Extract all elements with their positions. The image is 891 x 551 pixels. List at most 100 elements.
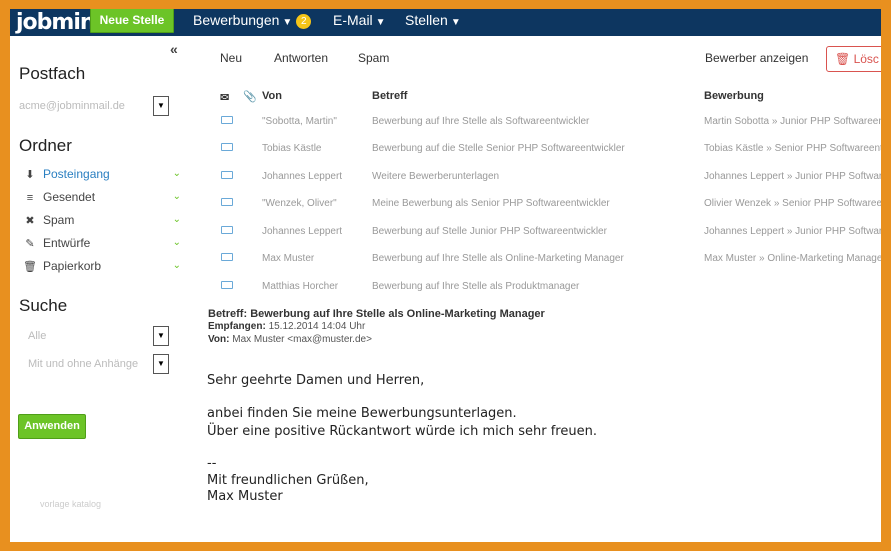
- table-row[interactable]: Johannes Leppert Bewerbung auf Stelle Ju…: [215, 218, 881, 245]
- column-header-subject[interactable]: Betreff: [372, 90, 407, 102]
- from-label: Von:: [208, 334, 230, 345]
- row-subject: Meine Bewerbung als Senior PHP Softwaree…: [372, 198, 610, 209]
- search-title: Suche: [19, 296, 68, 315]
- subject-value: Bewerbung auf Ihre Stelle als Online-Mar…: [250, 308, 545, 320]
- table-row[interactable]: Tobias Kästle Bewerbung auf die Stelle S…: [215, 135, 881, 162]
- folder-sent[interactable]: ≡ Gesendet ⌄: [23, 188, 181, 206]
- chevron-down-icon: ⌄: [172, 191, 181, 202]
- mail-separator: --: [207, 456, 217, 471]
- sent-icon: ≡: [26, 192, 34, 204]
- table-row[interactable]: Matthias Horcher Bewerbung auf Ihre Stel…: [215, 273, 881, 300]
- logo: jobmin: [16, 10, 96, 35]
- received-value: 15.12.2014 14:04 Uhr: [268, 321, 366, 332]
- folder-drafts[interactable]: ✎ Entwürfe ⌄: [23, 234, 181, 252]
- row-subject: Bewerbung auf Stelle Junior PHP Software…: [372, 226, 607, 237]
- apply-button[interactable]: Anwenden: [18, 414, 86, 439]
- row-from: Johannes Leppert: [262, 171, 343, 182]
- notification-badge: 2: [296, 14, 312, 29]
- chevron-down-icon: ▼: [375, 17, 386, 28]
- app-window: jobmin Neue Stelle Bewerbungen ▼ 2 E-Mail ▼…: [10, 9, 881, 542]
- folder-trash[interactable]: 🗑 Papierkorb ⌄: [23, 257, 181, 275]
- row-application: Olivier Wenzek » Senior PHP Softwareentw…: [704, 198, 881, 209]
- envelope-icon: [221, 198, 233, 206]
- account-select[interactable]: acme@jobminmail.de: [19, 96, 169, 116]
- table-row[interactable]: Johannes Leppert Weitere Bewerberunterla…: [215, 163, 881, 190]
- row-application: Max Muster » Online-Marketing Manager: [704, 253, 881, 264]
- row-from: Max Muster: [262, 253, 315, 264]
- row-application: Tobias Kästle » Senior PHP Softwareentwi…: [704, 143, 881, 154]
- subject-label: Betreff:: [208, 308, 248, 320]
- trash-icon: 🗑: [835, 52, 851, 66]
- attachment-column-icon: 📎: [243, 91, 257, 103]
- row-from: Johannes Leppert: [262, 226, 343, 237]
- folder-label: Papierkorb: [43, 259, 102, 273]
- mail-line-1: anbei finden Sie meine Bewerbungsunterla…: [207, 406, 517, 421]
- row-application: Johannes Leppert » Junior PHP Softwareen…: [704, 226, 881, 237]
- nav-stellen[interactable]: Stellen ▼: [405, 12, 461, 28]
- envelope-icon: [221, 226, 233, 234]
- folder-label: Entwürfe: [43, 236, 91, 250]
- folder-inbox[interactable]: ⬇ Posteingang ⌄: [23, 165, 181, 183]
- envelope-icon: [221, 253, 233, 261]
- collapse-sidebar-icon[interactable]: «: [170, 41, 178, 57]
- trash-icon: 🗑: [23, 261, 37, 273]
- row-subject: Bewerbung auf Ihre Stelle als Produktman…: [372, 281, 580, 292]
- row-from: Tobias Kästle: [262, 143, 322, 154]
- table-row[interactable]: "Wenzek, Oliver" Meine Bewerbung als Sen…: [215, 190, 881, 217]
- show-applicant-button[interactable]: Bewerber anzeigen: [705, 51, 808, 65]
- row-from: "Sobotta, Martin": [262, 116, 337, 127]
- folder-spam[interactable]: ✖ Spam ⌄: [23, 211, 181, 229]
- pencil-icon: ✎: [25, 238, 35, 250]
- top-nav-bar: jobmin Neue Stelle Bewerbungen ▼ 2 E-Mail ▼…: [10, 9, 881, 36]
- row-application: Johannes Leppert » Junior PHP Softwareen…: [704, 171, 881, 182]
- nav-bewerbungen[interactable]: Bewerbungen ▼ 2: [193, 12, 312, 29]
- mail-signature: Max Muster: [207, 489, 283, 504]
- column-header-from[interactable]: Von: [262, 90, 282, 102]
- preview-received: Empfangen: 15.12.2014 14:04 Uhr: [208, 321, 365, 332]
- folder-label: Gesendet: [43, 190, 96, 204]
- mailbox-title: Postfach: [19, 64, 86, 83]
- row-subject: Weitere Bewerberunterlagen: [372, 171, 500, 182]
- from-value: Max Muster <max@muster.de>: [232, 334, 372, 345]
- chevron-down-icon: ⌄: [172, 237, 181, 248]
- dropdown-arrow-icon[interactable]: ▼: [153, 96, 169, 116]
- row-subject: Bewerbung auf die Stelle Senior PHP Soft…: [372, 143, 625, 154]
- chevron-down-icon: ▼: [450, 17, 461, 28]
- chevron-down-icon: ⌄: [172, 214, 181, 225]
- envelope-icon: [221, 116, 233, 124]
- table-row[interactable]: "Sobotta, Martin" Bewerbung auf Ihre Ste…: [215, 108, 881, 135]
- column-header-application[interactable]: Bewerbung: [704, 90, 764, 102]
- new-mail-button[interactable]: Neu: [220, 51, 242, 65]
- nav-email[interactable]: E-Mail ▼: [333, 12, 386, 28]
- dropdown-arrow-icon[interactable]: ▼: [153, 354, 169, 374]
- row-subject: Bewerbung auf Ihre Stelle als Softwareen…: [372, 116, 590, 127]
- nav-label: E-Mail: [333, 12, 373, 28]
- folder-label: Posteingang: [43, 167, 110, 181]
- chevron-down-icon: ▼: [282, 17, 293, 28]
- nav-label: Stellen: [405, 12, 448, 28]
- delete-label: Lösc: [853, 52, 879, 66]
- mail-line-2: Über eine positive Rückantwort würde ich…: [207, 424, 597, 439]
- folders-title: Ordner: [19, 136, 72, 155]
- received-label: Empfangen:: [208, 321, 266, 332]
- spam-button[interactable]: Spam: [358, 51, 389, 65]
- table-row[interactable]: Max Muster Bewerbung auf Ihre Stelle als…: [215, 245, 881, 272]
- chevron-down-icon: ⌄: [172, 260, 181, 271]
- new-job-button[interactable]: Neue Stelle: [90, 9, 174, 33]
- row-application: Martin Sobotta » Junior PHP Softwareentw…: [704, 116, 881, 127]
- envelope-icon: [221, 171, 233, 179]
- chevron-down-icon: ⌄: [172, 168, 181, 179]
- dropdown-arrow-icon[interactable]: ▼: [153, 326, 169, 346]
- spam-icon: ✖: [25, 215, 35, 227]
- envelope-icon: [221, 281, 233, 289]
- reply-button[interactable]: Antworten: [274, 51, 328, 65]
- mail-greeting: Sehr geehrte Damen und Herren,: [207, 373, 425, 388]
- envelope-column-icon: ✉: [220, 92, 230, 104]
- row-subject: Bewerbung auf Ihre Stelle als Online-Mar…: [372, 253, 624, 264]
- inbox-icon: ⬇: [25, 169, 35, 181]
- delete-button[interactable]: 🗑 Lösc: [826, 46, 881, 72]
- preview-from: Von: Max Muster <max@muster.de>: [208, 334, 372, 345]
- mail-closing: Mit freundlichen Grüßen,: [207, 473, 369, 488]
- preview-subject: Betreff: Bewerbung auf Ihre Stelle als O…: [208, 308, 545, 320]
- watermark: vorlage katalog: [40, 499, 102, 509]
